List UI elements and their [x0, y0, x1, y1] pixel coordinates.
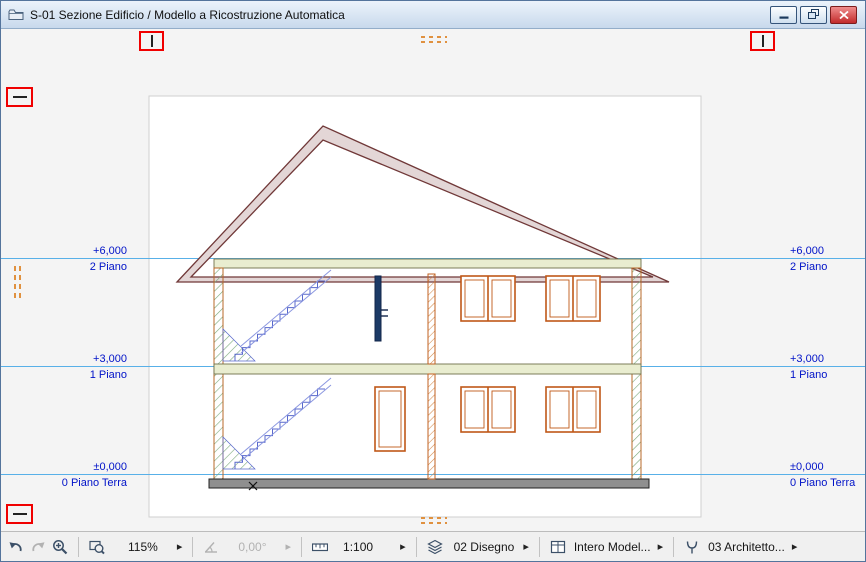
section-limit-dashes-bottom — [421, 517, 447, 525]
back-button[interactable] — [5, 536, 27, 558]
close-icon — [839, 11, 849, 19]
zoom-area-icon — [89, 539, 105, 555]
section-line-handle-left-upper[interactable] — [6, 87, 33, 107]
ground-slab — [209, 479, 649, 488]
separator — [673, 537, 674, 557]
window-title: S-01 Sezione Edificio / Modello a Ricost… — [30, 8, 770, 22]
quick-options-bar: 115% ▸ 0,00° ▸ 1:100 ▸ — [1, 531, 865, 561]
floor-slab — [214, 364, 641, 374]
forward-button[interactable] — [27, 536, 49, 558]
layers-icon — [427, 539, 443, 555]
section-viewpoint-window: S-01 Sezione Edificio / Modello a Ricost… — [0, 0, 866, 562]
separator — [192, 537, 193, 557]
rotation-value[interactable]: 0,00° — [238, 540, 266, 554]
section-handle-icon — [151, 35, 153, 47]
separator — [539, 537, 540, 557]
lower-door — [375, 387, 405, 451]
model-view-flyout-arrow[interactable]: ▸ — [655, 540, 667, 553]
pen-set-button[interactable] — [681, 536, 703, 558]
level-elevation-left: +6,000 — [41, 245, 127, 257]
ceiling-slab — [214, 259, 641, 268]
orientation-angle-icon — [203, 539, 219, 555]
window-controls — [770, 6, 857, 24]
pen-set-icon — [684, 539, 700, 555]
section-limit-dashes-top — [421, 36, 447, 44]
section-line-handle-top-left[interactable] — [139, 31, 164, 51]
rotation-flyout-arrow[interactable]: ▸ — [283, 540, 295, 553]
zoom-level-value[interactable]: 115% — [128, 540, 158, 554]
upper-window-left — [461, 276, 515, 321]
layer-combination-button[interactable] — [424, 536, 446, 558]
level-name-right: 1 Piano — [790, 369, 865, 381]
model-view-value[interactable]: Intero Model... — [574, 540, 651, 554]
lower-window-left — [461, 387, 515, 432]
restore-icon — [808, 9, 819, 20]
level-name-left: 2 Piano — [41, 261, 127, 273]
scale-button[interactable] — [309, 536, 331, 558]
level-elevation-right: ±0,000 — [790, 461, 865, 473]
model-view-button[interactable] — [547, 536, 569, 558]
lower-window-right — [546, 387, 600, 432]
section-handle-icon — [762, 35, 764, 47]
section-handle-icon — [13, 513, 27, 515]
pen-set-value[interactable]: 03 Architetto... — [708, 540, 785, 554]
back-arrow-icon — [8, 539, 24, 555]
zoom-flyout-arrow[interactable]: ▸ — [174, 540, 186, 553]
zoom-in-icon — [52, 539, 68, 555]
separator — [78, 537, 79, 557]
building-section-drawing — [1, 29, 865, 531]
level-elevation-right: +6,000 — [790, 245, 865, 257]
level-name-right: 2 Piano — [790, 261, 865, 273]
scale-value[interactable]: 1:100 — [343, 540, 373, 554]
title-bar[interactable]: S-01 Sezione Edificio / Modello a Ricost… — [1, 1, 865, 29]
level-elevation-right: +3,000 — [790, 353, 865, 365]
forward-arrow-icon — [30, 539, 46, 555]
minimize-icon — [779, 10, 789, 20]
level-name-left: 0 Piano Terra — [41, 477, 127, 489]
section-line-handle-left-lower[interactable] — [6, 504, 33, 524]
minimize-button[interactable] — [770, 6, 797, 24]
close-button[interactable] — [830, 6, 857, 24]
pen-set-flyout-arrow[interactable]: ▸ — [789, 540, 801, 553]
level-elevation-left: +3,000 — [41, 353, 127, 365]
interior-wall-lower — [428, 374, 435, 479]
section-line-handle-top-right[interactable] — [750, 31, 775, 51]
level-name-left: 1 Piano — [41, 369, 127, 381]
separator — [416, 537, 417, 557]
section-handle-icon — [13, 96, 27, 98]
interior-wall-upper — [428, 274, 435, 364]
section-limit-dashes-left — [14, 266, 22, 298]
upper-window-right — [546, 276, 600, 321]
level-elevation-left: ±0,000 — [41, 461, 127, 473]
drawing-canvas[interactable]: +6,000 2 Piano +3,000 1 Piano ±0,000 0 P… — [1, 29, 865, 531]
model-view-options-icon — [550, 539, 566, 555]
scale-flyout-arrow[interactable]: ▸ — [397, 540, 409, 553]
layer-combination-value[interactable]: 02 Disegno — [454, 540, 515, 554]
rotation-button[interactable] — [200, 536, 222, 558]
level-name-right: 0 Piano Terra — [790, 477, 865, 489]
restore-button[interactable] — [800, 6, 827, 24]
separator — [301, 537, 302, 557]
zoom-in-button[interactable] — [49, 536, 71, 558]
section-document-icon — [8, 8, 24, 21]
layer-flyout-arrow[interactable]: ▸ — [520, 540, 532, 553]
ruler-icon — [312, 539, 328, 555]
zoom-menu-button[interactable] — [86, 536, 108, 558]
